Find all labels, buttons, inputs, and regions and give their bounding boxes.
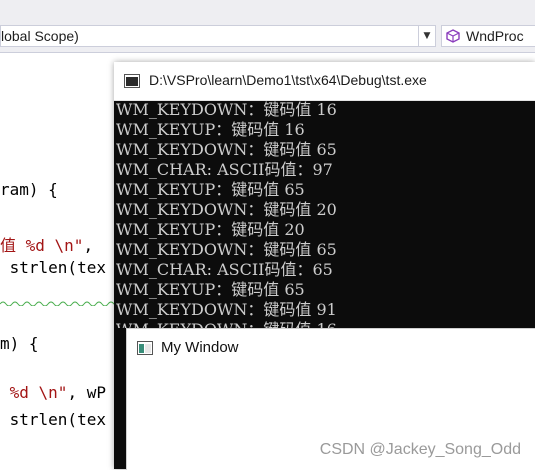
cube-icon — [446, 29, 460, 43]
my-window-title: My Window — [161, 339, 239, 356]
code-fragment: , — [83, 236, 94, 255]
console-line: WM_KEYDOWN：键码值 20 — [116, 200, 337, 219]
code-line: m) { — [0, 334, 39, 353]
vs-title-strip — [0, 0, 535, 22]
function-dropdown-value: WndProc — [466, 28, 524, 44]
code-line: strlen(tex — [0, 410, 106, 429]
code-format-string: %d \n" — [25, 236, 84, 255]
console-output: WM_KEYDOWN：键码值 16 WM_KEYUP：键码值 16 WM_KEY… — [116, 100, 535, 328]
watermark: CSDN @Jackey_Song_Odd — [319, 441, 521, 458]
console-line: WM_KEYDOWN：键码值 16 — [116, 320, 535, 328]
console-title-bar[interactable]: D:\VSPro\learn\Demo1\tst\x64\Debug\tst.e… — [114, 62, 535, 101]
error-squiggle — [0, 301, 118, 306]
console-line: WM_KEYDOWN：键码值 65 — [116, 240, 337, 259]
scope-dropdown[interactable]: lobal Scope) ▼ — [0, 25, 436, 47]
code-line: %d \n", wP — [0, 383, 106, 402]
console-line: WM_KEYDOWN：键码值 65 — [116, 140, 337, 159]
function-dropdown[interactable]: WndProc — [441, 25, 535, 47]
console-line: WM_CHAR: ASCII码值：97 — [116, 160, 333, 179]
code-line: 值 %d \n", — [0, 232, 93, 256]
code-format-string: %d \n" — [9, 383, 68, 402]
console-line: WM_KEYUP：键码值 65 — [116, 280, 305, 299]
console-app-icon — [124, 74, 140, 88]
window-app-icon — [137, 341, 153, 355]
console-line: WM_KEYUP：键码值 16 — [116, 120, 305, 139]
console-title: D:\VSPro\learn\Demo1\tst\x64\Debug\tst.e… — [149, 72, 427, 88]
code-line: ram) { — [0, 180, 58, 199]
console-line: WM_KEYUP：键码值 20 — [116, 220, 305, 239]
code-fragment — [0, 383, 10, 402]
chevron-down-icon[interactable]: ▼ — [418, 26, 435, 46]
navigation-bar: lobal Scope) ▼ WndProc — [0, 22, 535, 53]
code-line: strlen(tex — [0, 258, 106, 277]
console-line: WM_KEYDOWN：键码值 91 — [116, 300, 337, 319]
code-fragment: 值 — [0, 236, 26, 255]
console-line: WM_CHAR: ASCII码值：65 — [116, 260, 333, 279]
console-line: WM_KEYDOWN：键码值 16 — [116, 100, 337, 119]
code-fragment: , wP — [67, 383, 106, 402]
console-line: WM_KEYUP：键码值 65 — [116, 180, 305, 199]
scope-dropdown-value: lobal Scope) — [1, 28, 79, 44]
